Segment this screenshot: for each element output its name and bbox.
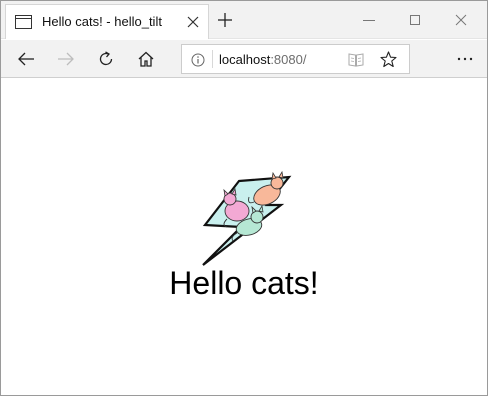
forward-arrow-icon [58, 52, 74, 66]
maximize-icon [410, 15, 420, 25]
more-icon [457, 57, 473, 61]
browser-window: Hello cats! - hello_tilt localhost:8080/… [0, 0, 488, 396]
maximize-button[interactable] [392, 6, 438, 34]
minimize-icon [363, 20, 375, 21]
book-icon[interactable] [348, 52, 364, 67]
refresh-button[interactable] [87, 40, 125, 78]
close-icon [455, 14, 467, 26]
tab-strip: Hello cats! - hello_tilt [1, 1, 487, 39]
refresh-icon [99, 51, 113, 66]
back-arrow-icon [18, 52, 34, 66]
url-host: localhost [219, 52, 271, 67]
info-icon[interactable] [191, 53, 205, 67]
home-icon [138, 51, 154, 67]
url-text[interactable]: localhost:8080/ [219, 52, 306, 67]
close-window-button[interactable] [438, 6, 484, 34]
page-content: Hello cats! [1, 79, 487, 395]
page-heading: Hello cats! [169, 265, 319, 301]
new-tab-icon[interactable] [216, 11, 234, 29]
tab-title: Hello cats! - hello_tilt [42, 14, 162, 29]
page-icon [15, 15, 32, 29]
minimize-button[interactable] [346, 6, 392, 34]
more-button[interactable] [446, 40, 484, 78]
back-button[interactable] [7, 40, 45, 78]
address-bar[interactable]: localhost:8080/ [181, 44, 410, 74]
active-tab[interactable]: Hello cats! - hello_tilt [5, 4, 209, 39]
forward-button[interactable] [47, 40, 85, 78]
close-tab-icon[interactable] [186, 15, 200, 29]
url-port-path: :8080/ [270, 52, 307, 67]
navigation-bar: localhost:8080/ [1, 40, 487, 78]
cats-lightning-logo [202, 170, 292, 266]
address-divider [212, 50, 213, 68]
home-button[interactable] [127, 40, 165, 78]
star-icon[interactable] [380, 51, 397, 68]
